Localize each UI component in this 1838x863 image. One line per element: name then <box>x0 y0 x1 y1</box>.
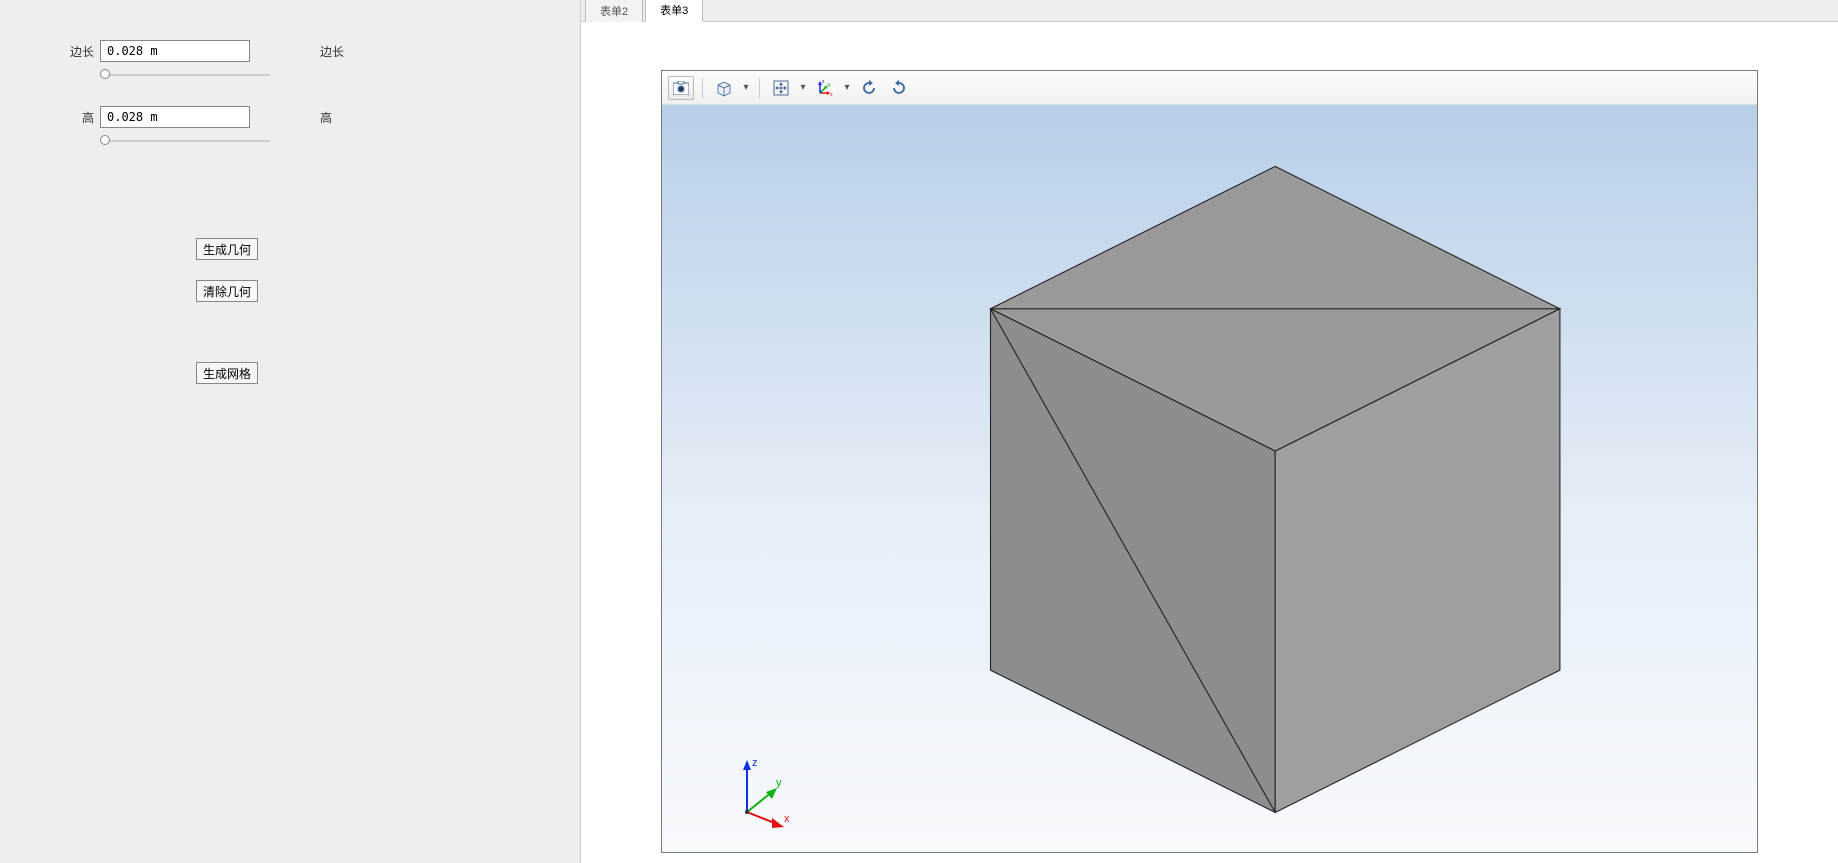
height-input[interactable] <box>100 106 250 128</box>
svg-text:x: x <box>830 92 833 97</box>
cube-geometry <box>662 105 1757 852</box>
side-slider[interactable] <box>100 68 270 82</box>
graphics-canvas[interactable]: z y x <box>662 105 1757 852</box>
height-label-left: 高 <box>20 109 100 126</box>
view-toolbar: ▾ ▾ xyz ▾ <box>662 71 1757 105</box>
param-side-row: 边长 边长 <box>20 40 560 62</box>
right-panel: 表单2 表单3 ▾ <box>580 0 1838 863</box>
tab-bar: 表单2 表单3 <box>581 0 1838 22</box>
side-label-right: 边长 <box>320 43 344 60</box>
side-input[interactable] <box>100 40 250 62</box>
wireframe-cube-icon[interactable] <box>711 76 737 100</box>
svg-text:y: y <box>828 82 831 88</box>
generate-mesh-button[interactable]: 生成网格 <box>196 362 258 384</box>
axis-triad: z y x <box>722 752 802 832</box>
side-slider-thumb[interactable] <box>100 69 110 79</box>
wireframe-dropdown-icon[interactable]: ▾ <box>741 82 751 93</box>
axis-orientation-icon[interactable]: xyz <box>812 76 838 100</box>
action-button-stack: 生成几何 清除几何 生成网格 <box>196 238 258 384</box>
clear-geometry-button[interactable]: 清除几何 <box>196 280 258 302</box>
tab-form3[interactable]: 表单3 <box>645 0 703 22</box>
parameter-panel: 边长 边长 高 高 生成几何 清除几何 生成网格 <box>0 0 580 863</box>
viewport-wrap: ▾ ▾ xyz ▾ <box>581 22 1838 863</box>
rotate-ccw-icon[interactable] <box>856 76 882 100</box>
side-label-left: 边长 <box>20 43 100 60</box>
viewport: ▾ ▾ xyz ▾ <box>661 70 1758 853</box>
axis-x-label: x <box>784 813 790 825</box>
height-slider[interactable] <box>100 134 270 148</box>
generate-geometry-button[interactable]: 生成几何 <box>196 238 258 260</box>
svg-text:z: z <box>822 79 825 85</box>
zoom-dropdown-icon[interactable]: ▾ <box>798 82 808 93</box>
tab-form2[interactable]: 表单2 <box>585 0 643 22</box>
height-slider-thumb[interactable] <box>100 135 110 145</box>
zoom-extents-icon[interactable] <box>768 76 794 100</box>
height-label-right: 高 <box>320 109 332 126</box>
axis-y-label: y <box>776 777 782 789</box>
rotate-cw-icon[interactable] <box>886 76 912 100</box>
axis-dropdown-icon[interactable]: ▾ <box>842 82 852 93</box>
snapshot-icon[interactable] <box>668 76 694 100</box>
axis-z-label: z <box>752 757 758 769</box>
param-height-row: 高 高 <box>20 106 560 128</box>
